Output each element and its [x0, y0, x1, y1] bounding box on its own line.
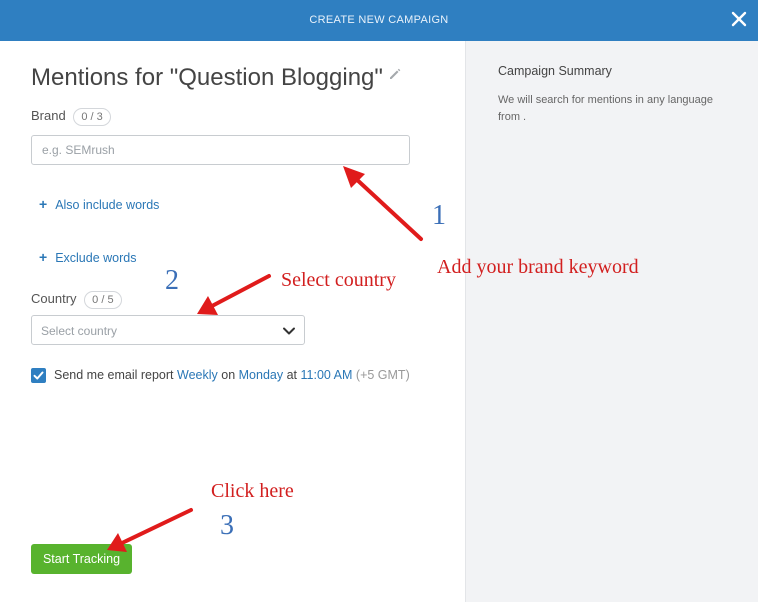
brand-count-badge: 0 / 3: [73, 108, 111, 126]
modal-title: CREATE NEW CAMPAIGN: [309, 14, 449, 26]
annotation-brand-note: Add your brand keyword: [437, 256, 639, 278]
plus-icon: +: [39, 196, 48, 212]
email-at-text: at: [286, 368, 298, 382]
country-select-placeholder: Select country: [41, 324, 118, 338]
summary-title: Campaign Summary: [498, 64, 612, 78]
pencil-icon[interactable]: [388, 67, 402, 81]
email-frequency-link[interactable]: Weekly: [177, 368, 218, 382]
start-tracking-button[interactable]: Start Tracking: [31, 544, 132, 574]
annotation-number-3: 3: [220, 510, 234, 541]
email-report-text: Send me email report Weekly on Monday at…: [54, 368, 410, 382]
email-timezone: (+5 GMT): [355, 368, 410, 382]
annotation-country-note: Select country: [281, 269, 396, 291]
brand-input[interactable]: [31, 135, 410, 165]
summary-text: We will search for mentions in any langu…: [498, 94, 714, 123]
close-icon[interactable]: [729, 9, 749, 29]
exclude-words-label: Exclude words: [55, 251, 137, 265]
country-label: Country: [31, 291, 77, 306]
modal-header: CREATE NEW CAMPAIGN: [0, 0, 758, 41]
checkmark-icon: [33, 371, 44, 380]
annotation-number-1: 1: [432, 200, 446, 231]
also-include-words-label: Also include words: [55, 198, 160, 212]
plus-icon: +: [39, 249, 48, 265]
email-time-link[interactable]: 11:00 AM: [301, 368, 353, 382]
country-label-row: Country 0 / 5: [31, 291, 122, 309]
annotation-number-2: 2: [165, 265, 179, 296]
email-day-link[interactable]: Monday: [239, 368, 283, 382]
email-report-checkbox[interactable]: [31, 368, 46, 383]
campaign-title: Mentions for "Question Blogging": [31, 64, 383, 91]
chevron-down-icon: [283, 327, 295, 335]
email-prefix: Send me email report: [54, 368, 174, 382]
also-include-words-link[interactable]: + Also include words: [39, 196, 159, 212]
country-select[interactable]: Select country: [31, 315, 305, 345]
annotation-click-note: Click here: [211, 480, 294, 502]
brand-label: Brand: [31, 108, 66, 123]
country-count-badge: 0 / 5: [84, 291, 122, 309]
email-on-text: on: [221, 368, 236, 382]
brand-label-row: Brand 0 / 3: [31, 108, 111, 126]
campaign-summary-panel: Campaign Summary We will search for ment…: [465, 41, 758, 602]
exclude-words-link[interactable]: + Exclude words: [39, 249, 136, 265]
